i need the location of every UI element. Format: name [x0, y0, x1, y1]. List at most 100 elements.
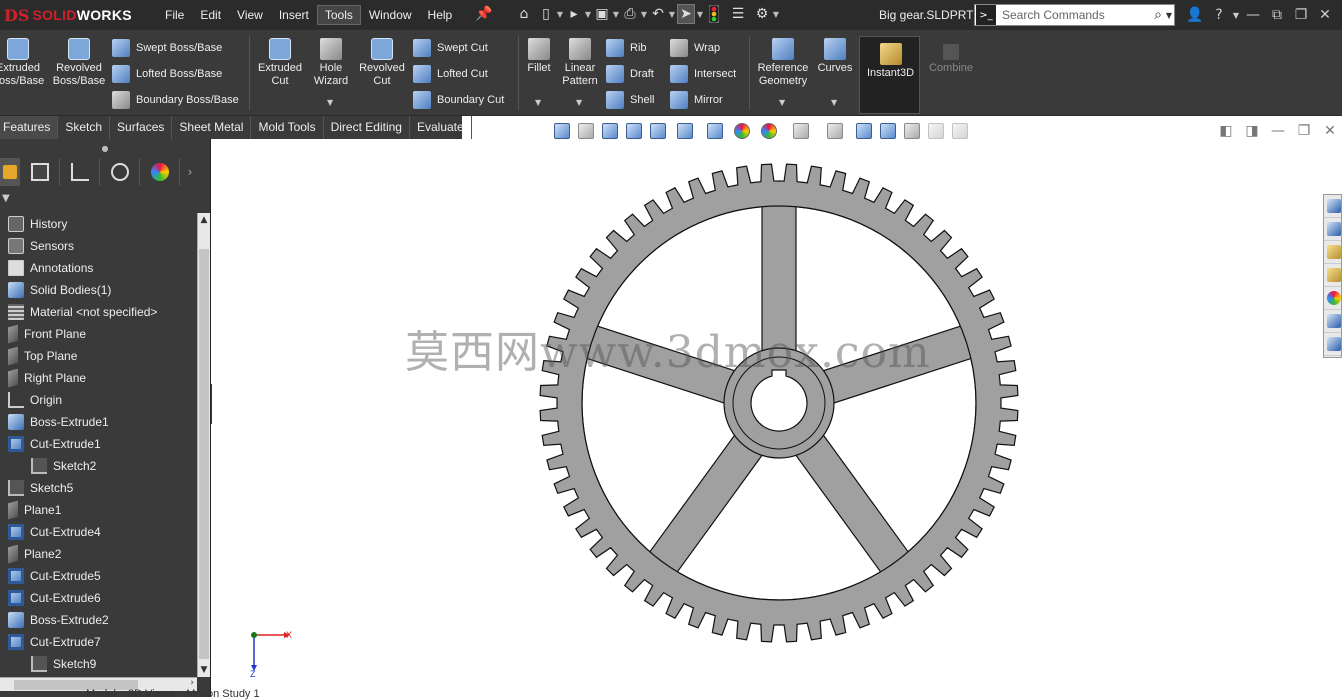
- revolved-cut-button[interactable]: Revolved Cut: [356, 38, 408, 88]
- tree-item[interactable]: Top Plane: [0, 345, 197, 367]
- save-dropdown-icon[interactable]: ▼: [611, 4, 621, 24]
- configuration-manager-tab[interactable]: [60, 158, 100, 186]
- viewport-close-icon[interactable]: ✕: [1317, 122, 1342, 140]
- lofted-cut-button[interactable]: Lofted Cut: [413, 65, 488, 83]
- menu-file[interactable]: File: [157, 5, 192, 25]
- wrap-button[interactable]: Wrap: [670, 39, 720, 57]
- rib-button[interactable]: Rib: [606, 39, 647, 57]
- task-pane-home-icon[interactable]: [1324, 195, 1341, 218]
- tile-icon[interactable]: ⧉: [1265, 4, 1289, 26]
- help-dropdown-icon[interactable]: ▼: [1231, 4, 1241, 26]
- tree-item[interactable]: Sketch5: [0, 477, 197, 499]
- panel-grip-icon[interactable]: ●: [0, 139, 210, 157]
- scroll-right-icon[interactable]: ›: [190, 678, 194, 688]
- curves-button[interactable]: Curves: [815, 38, 855, 75]
- instant3d-button[interactable]: Instant3D: [859, 36, 920, 114]
- home-icon[interactable]: ⌂: [515, 4, 533, 24]
- undo-icon[interactable]: ↶: [649, 4, 667, 24]
- tree-item[interactable]: Cut-Extrude6: [0, 587, 197, 609]
- menu-window[interactable]: Window: [361, 5, 420, 25]
- print-icon[interactable]: ⎙: [621, 4, 639, 24]
- tree-item[interactable]: Right Plane: [0, 367, 197, 389]
- options-gear-icon[interactable]: ⚙: [753, 4, 771, 24]
- search-dropdown-icon[interactable]: ▼: [1164, 5, 1174, 25]
- curves-dropdown-icon[interactable]: ▼: [831, 98, 837, 107]
- tree-item[interactable]: Front Plane: [0, 323, 197, 345]
- select-arrow-icon[interactable]: ➤: [677, 4, 695, 24]
- search-commands[interactable]: >_ Search Commands ⌕ ▼: [974, 4, 1175, 26]
- extruded-cut-button[interactable]: Extruded Cut: [254, 38, 306, 88]
- print-dropdown-icon[interactable]: ▼: [639, 4, 649, 24]
- task-pane-design-library-icon[interactable]: [1324, 241, 1341, 264]
- viewport-collapse-icon[interactable]: ◧: [1213, 122, 1239, 140]
- pin-icon[interactable]: 📌: [475, 4, 493, 24]
- normal-to-icon[interactable]: [852, 121, 876, 141]
- tab-evaluate[interactable]: Evaluate: [410, 116, 472, 139]
- help-icon[interactable]: ?: [1207, 4, 1231, 26]
- swept-boss-button[interactable]: Swept Boss/Base: [112, 39, 222, 57]
- menu-insert[interactable]: Insert: [271, 5, 317, 25]
- minimize-icon[interactable]: —: [1241, 4, 1265, 26]
- user-icon[interactable]: 👤: [1183, 4, 1207, 26]
- view-plane-icon[interactable]: [876, 121, 900, 141]
- sketch-line-icon[interactable]: [900, 121, 924, 141]
- tree-filter-icon[interactable]: ▼: [0, 187, 210, 209]
- edit-appearance-icon[interactable]: [730, 121, 754, 141]
- menu-edit[interactable]: Edit: [192, 5, 229, 25]
- feature-manager-tab[interactable]: [0, 158, 20, 186]
- options-dropdown-icon[interactable]: ▼: [771, 4, 781, 24]
- tab-mold-tools[interactable]: Mold Tools: [251, 116, 324, 139]
- revolved-boss-button[interactable]: Revolved Boss/Base: [52, 38, 106, 88]
- tab-direct-editing[interactable]: Direct Editing: [324, 116, 410, 139]
- graphics-area[interactable]: [212, 139, 1342, 697]
- tab-sheet-metal[interactable]: Sheet Metal: [172, 116, 252, 139]
- disabled-view-icon[interactable]: [924, 121, 948, 141]
- solidworks-logo[interactable]: DS SOLIDWORKS: [4, 5, 132, 25]
- fillet-dropdown-icon[interactable]: ▼: [535, 98, 541, 107]
- display-manager-tab[interactable]: [140, 158, 180, 186]
- zoom-to-fit-icon[interactable]: [598, 121, 622, 141]
- combine-button[interactable]: Combine: [924, 44, 978, 75]
- menu-view[interactable]: View: [229, 5, 271, 25]
- viewport-expand-icon[interactable]: ◨: [1239, 122, 1265, 140]
- zoom-to-area-icon[interactable]: [622, 121, 646, 141]
- property-manager-tab[interactable]: [20, 158, 60, 186]
- scroll-down-icon[interactable]: ▼: [198, 663, 210, 677]
- apply-scene-icon[interactable]: [754, 121, 784, 141]
- save-icon[interactable]: ▣: [593, 4, 611, 24]
- gear-model[interactable]: [212, 139, 1342, 697]
- panel-tabs-more-icon[interactable]: ›: [180, 158, 200, 186]
- extruded-boss-button[interactable]: Extruded Boss/Base: [0, 38, 44, 88]
- tree-item[interactable]: Solid Bodies(1): [0, 279, 197, 301]
- tree-item[interactable]: Cut-Extrude4: [0, 521, 197, 543]
- linear-pattern-button[interactable]: Linear Pattern: [558, 38, 602, 88]
- display-style-icon[interactable]: [700, 121, 730, 141]
- reference-geometry-button[interactable]: Reference Geometry: [753, 38, 813, 88]
- tree-item[interactable]: Sketch2: [0, 455, 197, 477]
- viewport-restore-icon[interactable]: ❐: [1291, 122, 1317, 140]
- task-pane-resources-icon[interactable]: [1324, 218, 1341, 241]
- fillet-button[interactable]: Fillet: [522, 38, 556, 75]
- open-icon[interactable]: ▸: [565, 4, 583, 24]
- reference-geometry-dropdown-icon[interactable]: ▼: [779, 98, 785, 107]
- dynamic-annotation-icon[interactable]: [670, 121, 700, 141]
- menu-help[interactable]: Help: [420, 5, 461, 25]
- new-document-icon[interactable]: ▯: [537, 4, 555, 24]
- task-pane-custom-properties-icon[interactable]: [1324, 310, 1341, 333]
- bottom-tab-3d-views[interactable]: 3D Views: [122, 688, 180, 700]
- rebuild-traffic-light-icon[interactable]: [705, 4, 723, 24]
- tree-item[interactable]: Material <not specified>: [0, 301, 197, 323]
- task-pane-forum-icon[interactable]: [1324, 333, 1341, 356]
- previous-view-icon[interactable]: [574, 121, 598, 141]
- tree-item[interactable]: Cut-Extrude7: [0, 631, 197, 653]
- tree-item[interactable]: Cut-Extrude1: [0, 433, 197, 455]
- restore-icon[interactable]: ❐: [1289, 4, 1313, 26]
- hole-wizard-button[interactable]: Hole Wizard: [308, 38, 354, 88]
- search-icon[interactable]: ⌕: [1154, 7, 1162, 23]
- search-input[interactable]: Search Commands: [1002, 8, 1154, 22]
- swept-cut-button[interactable]: Swept Cut: [413, 39, 488, 57]
- file-properties-icon[interactable]: ☰: [729, 4, 747, 24]
- view-orientation-icon[interactable]: [550, 121, 574, 141]
- hide-show-items-icon[interactable]: [818, 121, 852, 141]
- lofted-boss-button[interactable]: Lofted Boss/Base: [112, 65, 222, 83]
